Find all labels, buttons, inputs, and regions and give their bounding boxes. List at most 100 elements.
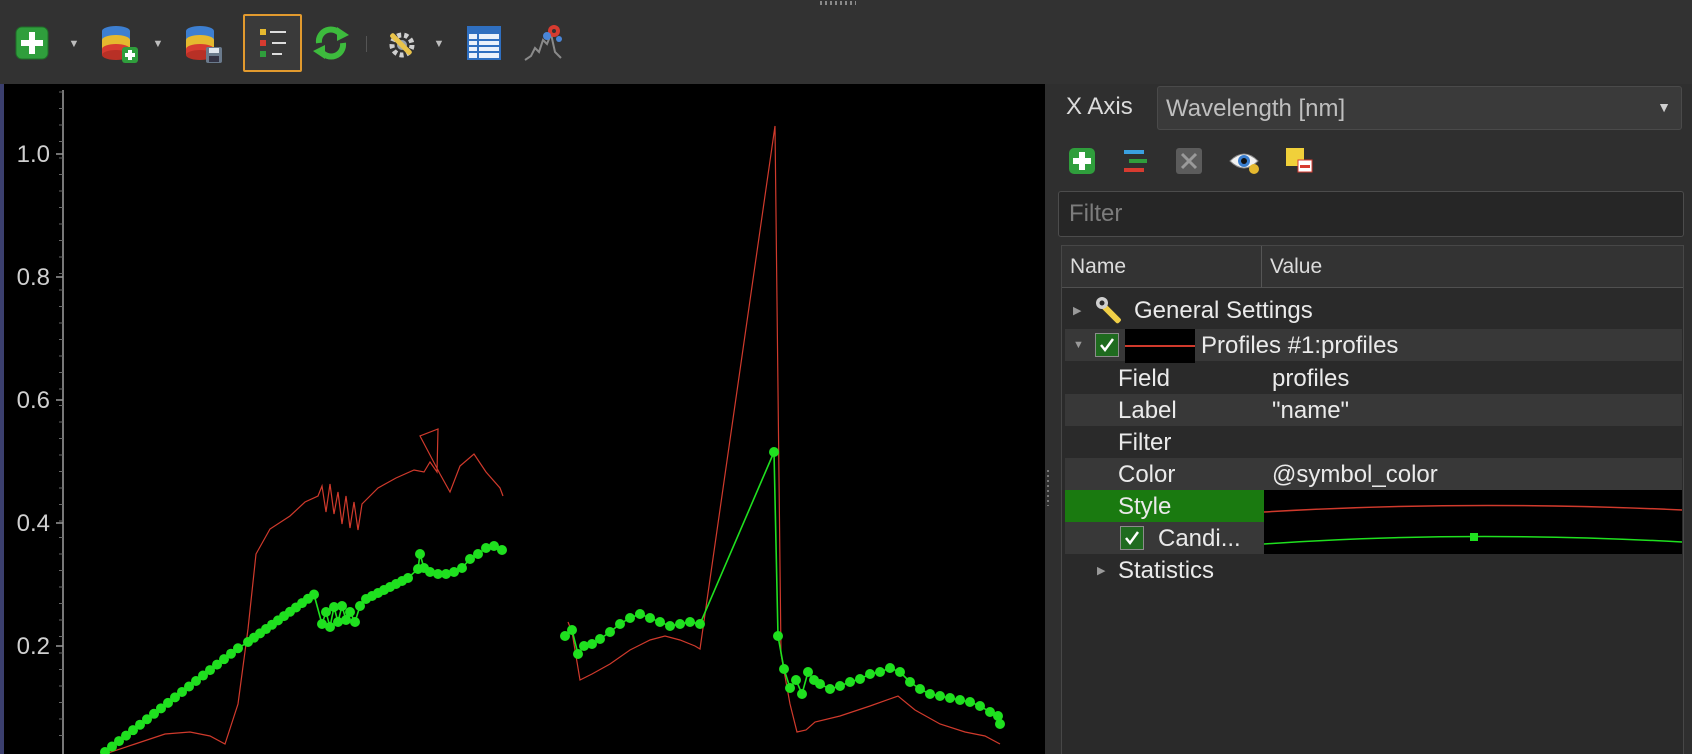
profile-marker (415, 549, 425, 559)
profile-marker (773, 631, 783, 641)
y-tick-label: 0.2 (17, 633, 50, 660)
field-value[interactable]: profiles (1272, 365, 1349, 393)
profile-style-preview (1125, 329, 1195, 363)
profile-marker (605, 627, 615, 637)
profile-marker (791, 675, 801, 685)
x-axis-label: X Axis (1066, 93, 1133, 120)
profile-marker (573, 649, 583, 659)
tree-row-general-settings[interactable]: ▶ General Settings (1065, 294, 1682, 326)
database-add-icon (102, 26, 138, 63)
profile-marker (655, 617, 665, 627)
settings-button[interactable] (378, 14, 426, 72)
settings-dropdown-icon[interactable]: ▼ (433, 38, 445, 50)
add-profile-button[interactable] (10, 14, 54, 72)
remove-selected-icon (1286, 148, 1313, 173)
spectral-processing-icon (524, 25, 562, 61)
profile-green-line (564, 451, 1001, 725)
add-visualization-button[interactable] (1065, 144, 1099, 178)
add-source-button[interactable] (96, 14, 142, 72)
profile-marker (615, 619, 625, 629)
label-name: Label (1118, 397, 1177, 424)
profile-marker (497, 545, 507, 555)
label-value[interactable]: "name" (1272, 397, 1349, 425)
x-axis-select[interactable]: Wavelength [nm] ▼ (1157, 86, 1682, 130)
profile-marker (995, 719, 1005, 729)
profile-marker (625, 613, 635, 623)
wrench-gear-icon (389, 32, 415, 58)
color-value[interactable]: @symbol_color (1272, 461, 1438, 489)
x-axis-value: Wavelength [nm] (1166, 95, 1346, 122)
plot-border (0, 84, 4, 754)
refresh-icon (313, 26, 349, 60)
checkmark-icon (1125, 531, 1140, 546)
plus-icon (15, 26, 49, 60)
profile-red-line (567, 125, 1001, 745)
add-source-dropdown-icon[interactable]: ▼ (152, 38, 164, 50)
show-legend-button[interactable] (243, 14, 302, 72)
profile-marker (350, 617, 360, 627)
general-settings-label: General Settings (1134, 297, 1313, 324)
remove-visualization-button[interactable] (1172, 144, 1206, 178)
settings-tree: Name Value ▶ General Settings ▼ Profiles… (1061, 245, 1684, 754)
profile-marker (855, 674, 865, 684)
profile-marker (675, 619, 685, 629)
database-save-icon (186, 26, 222, 63)
column-header-name[interactable]: Name (1062, 246, 1262, 288)
profile-marker (345, 607, 355, 617)
column-header-value[interactable]: Value (1262, 246, 1683, 288)
statistics-label: Statistics (1118, 557, 1215, 584)
collapse-tree-button[interactable] (1118, 144, 1152, 178)
profile-marker (955, 695, 965, 705)
style-name: Style (1118, 493, 1172, 520)
profiles-checkbox[interactable] (1095, 333, 1119, 357)
tree-row-label[interactable]: Label "name" (1065, 394, 1682, 426)
color-name: Color (1118, 461, 1176, 488)
candidate-checkbox[interactable] (1120, 526, 1144, 550)
panel-splitter[interactable] (1047, 470, 1049, 506)
spectral-plot[interactable]: 1.0 0.8 0.6 0.4 0.2 (0, 84, 1045, 754)
filter-input[interactable] (1059, 192, 1683, 236)
processing-button[interactable] (520, 14, 568, 72)
plot-canvas[interactable]: 1.0 0.8 0.6 0.4 0.2 (0, 84, 1045, 754)
profile-marker (779, 664, 789, 674)
remove-selected-button[interactable] (1282, 144, 1316, 178)
line-style-preview[interactable] (1264, 490, 1682, 554)
y-tick-label: 0.8 (17, 264, 50, 291)
profile-marker (233, 643, 243, 654)
y-tick-label: 1.0 (17, 141, 50, 168)
chevron-right-icon[interactable]: ▶ (1097, 564, 1105, 577)
profile-marker (935, 691, 945, 701)
profile-marker (403, 573, 413, 583)
profile-marker (845, 677, 855, 687)
add-icon (1069, 148, 1095, 174)
add-profile-dropdown-icon[interactable]: ▼ (68, 38, 80, 50)
toolbar-grip[interactable] (820, 1, 856, 5)
tree-row-filter[interactable]: Filter (1065, 426, 1682, 458)
profile-marker (895, 667, 905, 677)
chevron-down-icon: ▼ (1657, 99, 1671, 115)
refresh-button[interactable] (307, 14, 355, 72)
tree-row-field[interactable]: Field profiles (1065, 362, 1682, 394)
profiles-label: Profiles #1:profiles (1201, 332, 1399, 359)
profile-marker (309, 589, 319, 600)
chevron-right-icon[interactable]: ▶ (1073, 304, 1081, 317)
profile-marker (595, 634, 605, 644)
tree-collapse-icon (1124, 150, 1147, 172)
profile-marker (885, 663, 895, 673)
profile-marker (945, 693, 955, 703)
tree-row-color[interactable]: Color @symbol_color (1065, 458, 1682, 490)
tree-row-profiles[interactable]: ▼ Profiles #1:profiles (1065, 329, 1682, 363)
chevron-down-icon[interactable]: ▼ (1073, 339, 1084, 351)
profile-marker (835, 681, 845, 691)
remove-icon (1176, 148, 1202, 174)
profile-marker (457, 563, 467, 573)
profile-marker (915, 684, 925, 694)
save-source-button[interactable] (180, 14, 226, 72)
profile-marker (473, 549, 483, 559)
filter-field[interactable] (1058, 191, 1684, 237)
tree-row-statistics[interactable]: ▶ Statistics (1065, 554, 1682, 586)
table-icon (467, 26, 501, 60)
attribute-table-button[interactable] (462, 14, 506, 72)
visibility-button[interactable] (1227, 144, 1261, 178)
profile-marker (865, 669, 875, 679)
